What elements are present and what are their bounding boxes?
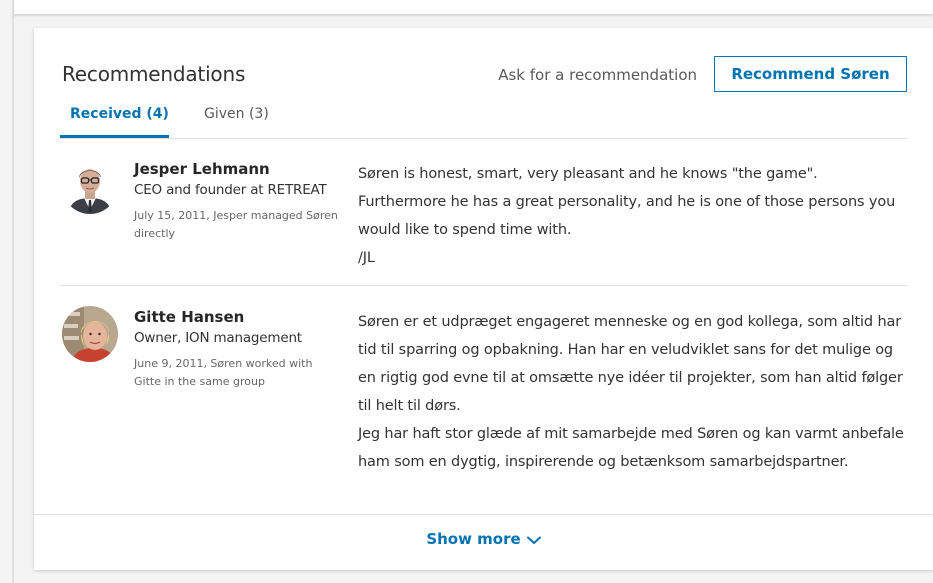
- recommendation-text: Søren is honest, smart, very pleasant an…: [358, 166, 896, 266]
- card-footer: Show more: [34, 514, 933, 571]
- recommendation-tabs: Received (4) Given (3): [60, 102, 907, 139]
- previous-section-card: [14, 0, 933, 15]
- recommend-button[interactable]: Recommend Søren: [714, 56, 907, 92]
- recommendation-meta: June 9, 2011, Søren worked with Gitte in…: [134, 357, 313, 388]
- page-background: Recommendations Ask for a recommendation…: [0, 0, 933, 583]
- show-more-button[interactable]: Show more: [34, 530, 933, 549]
- left-edge-shadow: [12, 0, 14, 583]
- recommendation-item: Gitte Hansen Owner, ION management June …: [60, 298, 907, 513]
- recommender-name[interactable]: Gitte Hansen: [134, 308, 244, 326]
- chevron-down-icon: [526, 531, 541, 549]
- person-photo-icon: [62, 306, 118, 362]
- recommendations-card: Recommendations Ask for a recommendation…: [34, 28, 933, 570]
- ask-for-recommendation-link[interactable]: Ask for a recommendation: [498, 66, 697, 84]
- recommendation-text: Søren er et udpræget engageret menneske …: [358, 314, 904, 470]
- section-title: Recommendations: [62, 62, 246, 86]
- recommender-name[interactable]: Jesper Lehmann: [134, 160, 270, 178]
- recommendation-item: Jesper Lehmann CEO and founder at RETREA…: [60, 150, 907, 286]
- person-photo-icon: [62, 158, 118, 214]
- recommender-title: Owner, ION management: [134, 330, 302, 346]
- active-tab-indicator: [60, 135, 169, 138]
- recommendation-meta: July 15, 2011, Jesper managed Søren dire…: [134, 209, 338, 240]
- show-more-label: Show more: [426, 530, 521, 548]
- avatar[interactable]: [62, 158, 118, 214]
- tab-received[interactable]: Received (4): [70, 106, 169, 122]
- tab-given[interactable]: Given (3): [204, 106, 269, 122]
- recommender-title: CEO and founder at RETREAT: [134, 182, 327, 198]
- avatar[interactable]: [62, 306, 118, 362]
